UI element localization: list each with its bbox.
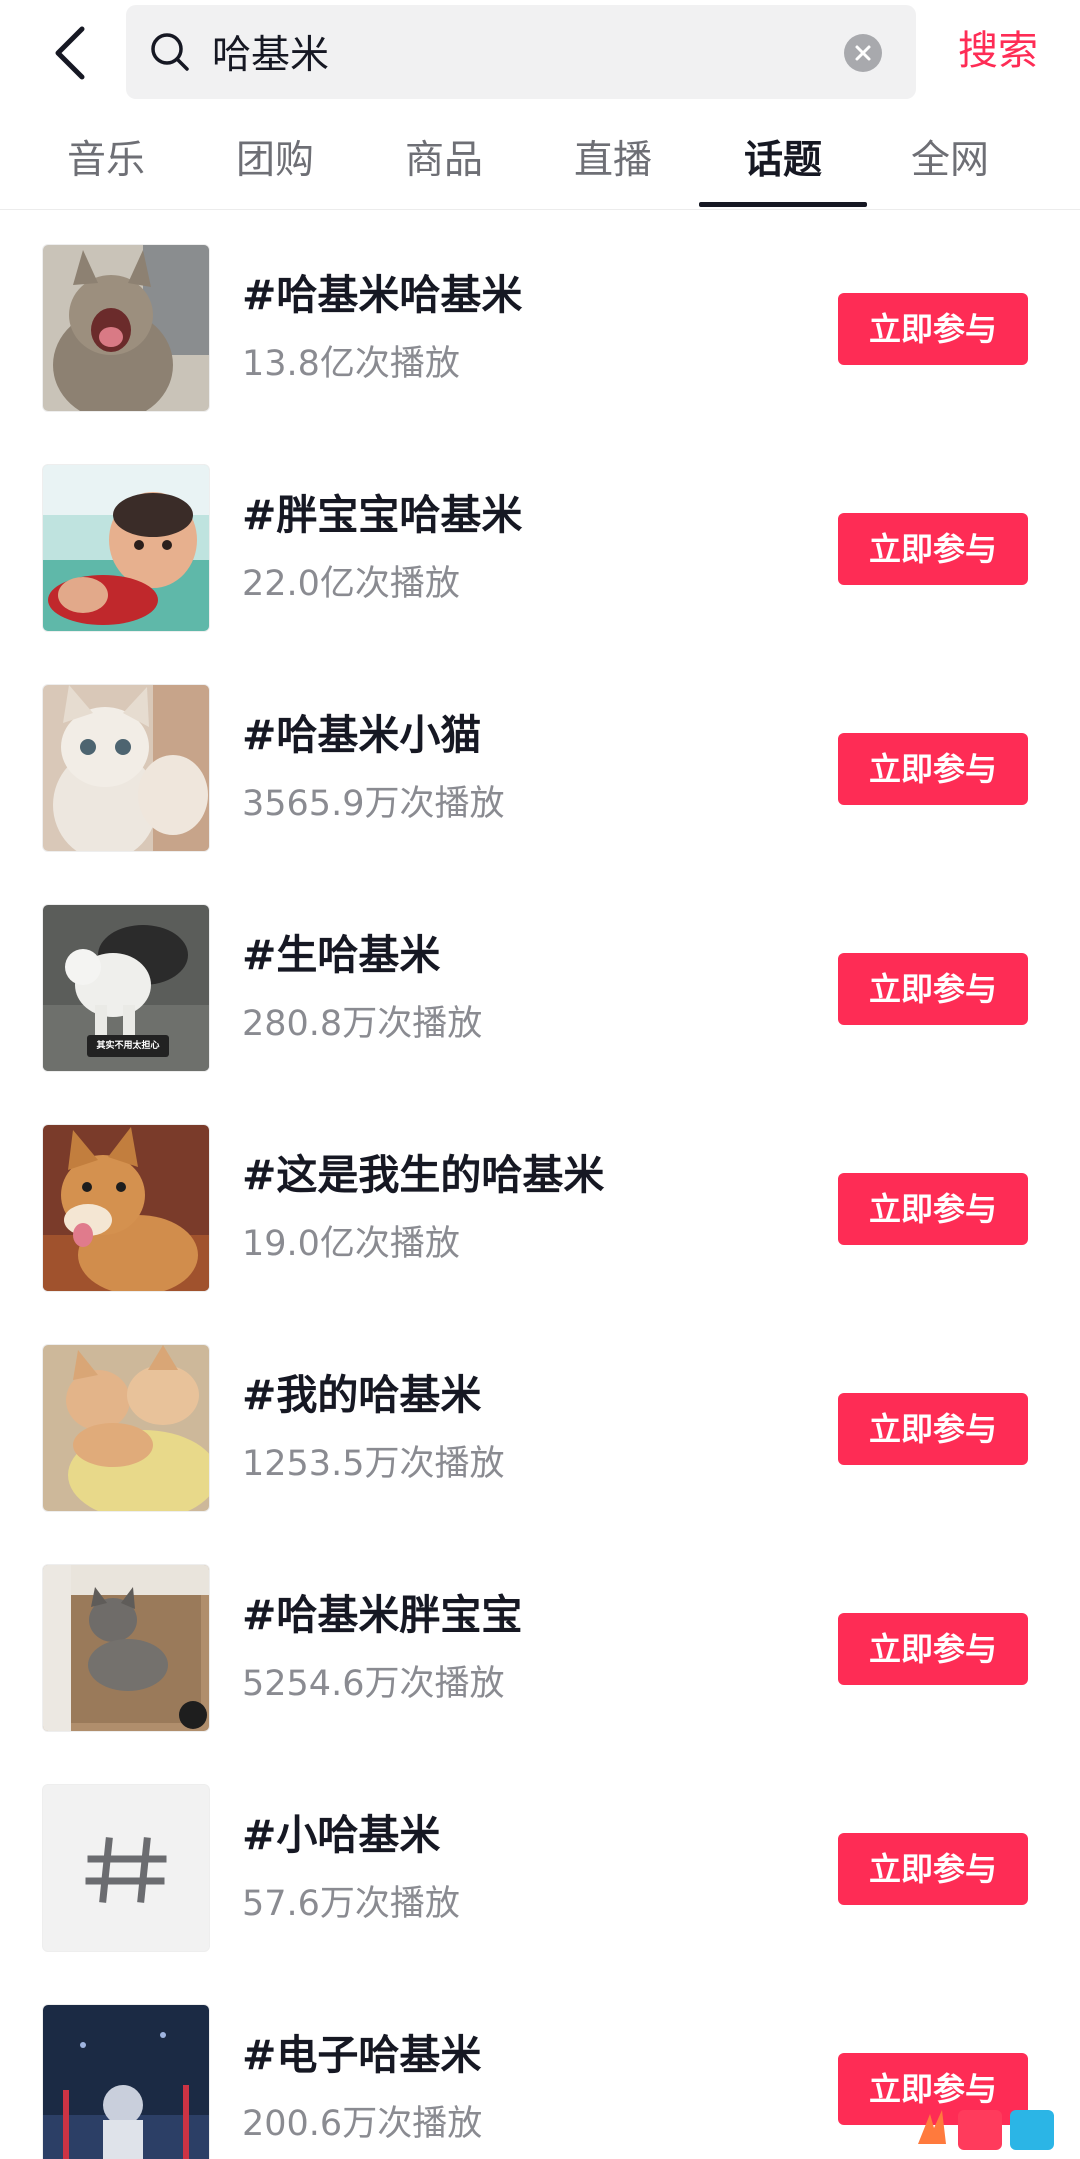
- topic-row[interactable]: #哈基米胖宝宝 5254.6万次播放 立即参与: [0, 1531, 1080, 1751]
- topic-play-count: 22.0亿次播放: [242, 564, 460, 604]
- watermark-logo: [912, 2100, 1062, 2156]
- topic-title: #电子哈基米: [242, 2031, 482, 2079]
- join-topic-button[interactable]: 立即参与: [838, 1833, 1028, 1905]
- tab-products[interactable]: 商品: [360, 120, 528, 208]
- yawning-cat-thumbnail: [42, 244, 210, 412]
- category-tabs: 音乐 团购 商品 直播 话题 全网: [0, 120, 1080, 210]
- thumbnail-caption: 其实不用太担心: [96, 1041, 160, 1051]
- chevron-left-icon: [55, 26, 85, 80]
- search-input[interactable]: [212, 19, 812, 85]
- topic-row[interactable]: #我的哈基米 1253.5万次播放 立即参与: [0, 1311, 1080, 1531]
- topic-play-count: 13.8亿次播放: [242, 344, 460, 384]
- tab-topics[interactable]: 话题: [699, 120, 867, 208]
- topic-play-count: 57.6万次播放: [242, 1884, 460, 1924]
- join-topic-button[interactable]: 立即参与: [838, 1393, 1028, 1465]
- close-icon: [855, 45, 871, 61]
- join-topic-button[interactable]: 立即参与: [838, 293, 1028, 365]
- search-icon: [151, 33, 189, 71]
- topic-play-count: 280.8万次播放: [242, 1004, 483, 1044]
- active-tab-indicator: [699, 202, 867, 207]
- baby-thumbnail: [42, 464, 210, 632]
- clear-search-button[interactable]: [844, 34, 882, 72]
- topic-title: #小哈基米: [242, 1811, 441, 1859]
- topic-row[interactable]: #胖宝宝哈基米 22.0亿次播放 立即参与: [0, 431, 1080, 651]
- white-cat-thumbnail: 其实不用太担心: [42, 904, 210, 1072]
- tab-live[interactable]: 直播: [529, 120, 697, 208]
- tab-all-web[interactable]: 全网: [866, 120, 1034, 208]
- orange-kittens-thumbnail: [42, 1344, 210, 1512]
- topic-title: #哈基米胖宝宝: [242, 1591, 523, 1639]
- topic-title: #生哈基米: [242, 931, 441, 979]
- topic-title: #这是我生的哈基米: [242, 1151, 605, 1199]
- top-bar: 搜索: [0, 0, 1080, 110]
- topic-play-count: 5254.6万次播放: [242, 1664, 505, 1704]
- topic-play-count: 200.6万次播放: [242, 2104, 483, 2144]
- tab-group-buy[interactable]: 团购: [191, 120, 359, 208]
- back-button[interactable]: [40, 18, 100, 88]
- topic-title: #胖宝宝哈基米: [242, 491, 523, 539]
- join-topic-button[interactable]: 立即参与: [838, 513, 1028, 585]
- join-topic-button[interactable]: 立即参与: [838, 953, 1028, 1025]
- watermark-logo-mark: [918, 2110, 1054, 2150]
- topic-row[interactable]: #哈基米小猫 3565.9万次播放 立即参与: [0, 651, 1080, 871]
- join-topic-button[interactable]: 立即参与: [838, 733, 1028, 805]
- topic-row[interactable]: #哈基米哈基米 13.8亿次播放 立即参与: [0, 211, 1080, 431]
- topic-play-count: 1253.5万次播放: [242, 1444, 505, 1484]
- shiba-dog-thumbnail: [42, 1124, 210, 1292]
- topic-row[interactable]: #这是我生的哈基米 19.0亿次播放 立即参与: [0, 1091, 1080, 1311]
- white-kitten-thumbnail: [42, 684, 210, 852]
- join-topic-button[interactable]: 立即参与: [838, 1173, 1028, 1245]
- search-bar[interactable]: [126, 5, 916, 99]
- topic-title: #哈基米哈基米: [242, 271, 523, 319]
- topic-row[interactable]: #小哈基米 57.6万次播放 立即参与: [0, 1751, 1080, 1971]
- tabby-kitten-thumbnail: [42, 1564, 210, 1732]
- search-button[interactable]: 搜索: [958, 18, 1038, 84]
- join-topic-button[interactable]: 立即参与: [838, 1613, 1028, 1685]
- topic-title: #我的哈基米: [242, 1371, 482, 1419]
- hashtag-placeholder-thumbnail: [42, 1784, 210, 1952]
- topic-play-count: 19.0亿次播放: [242, 1224, 460, 1264]
- topic-row[interactable]: 其实不用太担心 #生哈基米 280.8万次播放 立即参与: [0, 871, 1080, 1091]
- tab-music[interactable]: 音乐: [22, 120, 190, 208]
- topic-title: #哈基米小猫: [242, 711, 482, 759]
- topic-play-count: 3565.9万次播放: [242, 784, 505, 824]
- stage-person-thumbnail: [42, 2004, 210, 2159]
- hashtag-icon: [85, 1837, 167, 1903]
